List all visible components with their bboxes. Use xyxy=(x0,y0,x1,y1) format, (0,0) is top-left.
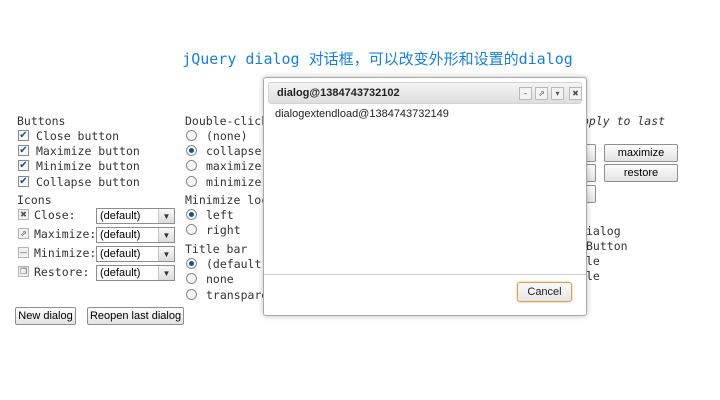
close-icon: ✖ xyxy=(18,209,29,220)
dialog-title: dialog@1384743732102 xyxy=(277,87,400,99)
radio-label: maximize xyxy=(206,158,262,173)
minimize-location-left[interactable]: left xyxy=(186,207,234,222)
radio-label: (default) xyxy=(206,256,269,271)
close-button-checkbox[interactable]: ✔ Close button xyxy=(18,128,119,143)
radio-button-selected[interactable] xyxy=(186,258,197,269)
maximize-icon: ⇗ xyxy=(18,228,29,239)
radio-button[interactable] xyxy=(186,160,197,171)
radio-label: right xyxy=(206,222,241,237)
select-value: (default) xyxy=(100,210,141,222)
checkbox-label: Collapse button xyxy=(36,174,140,189)
radio-label: none xyxy=(206,271,234,286)
titlebar-option-transparent[interactable]: transpare xyxy=(186,287,268,302)
minimize-button-checkbox[interactable]: ✔ Minimize button xyxy=(18,158,140,173)
radio-label: minimize xyxy=(206,174,262,189)
icon-label: Restore: xyxy=(34,264,90,279)
radio-button[interactable] xyxy=(186,289,197,300)
partial-text-1: ialog xyxy=(586,224,621,238)
radio-label: transpare xyxy=(206,287,269,302)
icon-row-restore: ❐ Restore: xyxy=(18,264,89,279)
checkbox-checked[interactable]: ✔ xyxy=(18,160,29,171)
maximize-button-checkbox[interactable]: ✔ Maximize button xyxy=(18,143,140,158)
radio-button[interactable] xyxy=(186,176,197,187)
restore-icon: ❐ xyxy=(18,266,29,277)
checkbox-checked[interactable]: ✔ xyxy=(18,145,29,156)
collapse-button-checkbox[interactable]: ✔ Collapse button xyxy=(18,174,140,189)
titlebar-option-default[interactable]: (default) xyxy=(186,256,268,271)
icon-label: Maximize: xyxy=(34,226,97,241)
minimize-icon[interactable]: – xyxy=(519,87,532,100)
titlebar-option-none[interactable]: none xyxy=(186,271,234,286)
dialog-content: dialogextendload@1384743732149 xyxy=(275,108,449,120)
collapse-icon[interactable]: ▾ xyxy=(551,87,564,100)
partial-text-3: le xyxy=(586,254,600,268)
select-value: (default) xyxy=(100,229,141,241)
radio-label: collapse xyxy=(206,143,262,158)
icon-row-minimize: — Minimize: xyxy=(18,245,96,260)
radio-button[interactable] xyxy=(186,130,197,141)
chevron-down-icon: ▼ xyxy=(158,228,174,242)
maximize-icon[interactable]: ⇗ xyxy=(535,87,548,100)
dblclick-option-minimize[interactable]: minimize xyxy=(186,174,261,189)
radio-button[interactable] xyxy=(186,224,197,235)
dialog-window: dialog@1384743732102 – ⇗ ▾ ✖ dialogexten… xyxy=(263,77,587,316)
partial-text-2: Button xyxy=(586,239,628,253)
title-bar-heading: Title bar xyxy=(185,242,248,256)
chevron-down-icon: ▼ xyxy=(158,266,174,280)
icon-label: Minimize: xyxy=(34,245,97,260)
select-value: (default) xyxy=(100,248,141,260)
dblclick-option-none[interactable]: (none) xyxy=(186,128,248,143)
radio-label: left xyxy=(206,207,234,222)
minimize-icon: — xyxy=(18,247,29,258)
chevron-down-icon: ▼ xyxy=(158,247,174,261)
checkbox-label: Minimize button xyxy=(36,158,140,173)
maximize-icon-select[interactable]: (default) ▼ xyxy=(96,227,175,243)
double-click-heading: Double-click xyxy=(185,114,269,128)
icon-label: Close: xyxy=(34,207,76,222)
restore-button[interactable]: restore xyxy=(604,164,678,182)
apply-to-last-label: pply to last xyxy=(582,114,666,128)
icon-row-maximize: ⇗ Maximize: xyxy=(18,226,96,241)
restore-icon-select[interactable]: (default) ▼ xyxy=(96,265,175,281)
dblclick-option-maximize[interactable]: maximize xyxy=(186,158,261,173)
buttons-heading: Buttons xyxy=(17,114,66,128)
checkbox-label: Maximize button xyxy=(36,143,140,158)
dblclick-option-collapse[interactable]: collapse xyxy=(186,143,261,158)
maximize-button[interactable]: maximize xyxy=(604,144,678,162)
icon-row-close: ✖ Close: xyxy=(18,207,76,222)
close-icon[interactable]: ✖ xyxy=(569,87,582,100)
new-dialog-button[interactable]: New dialog xyxy=(15,307,76,325)
dialog-button-pane: Cancel xyxy=(264,274,586,315)
checkbox-label: Close button xyxy=(36,128,120,143)
dialog-titlebar[interactable]: dialog@1384743732102 – ⇗ ▾ ✖ xyxy=(268,82,582,104)
partial-text-4: le xyxy=(586,269,600,283)
icons-heading: Icons xyxy=(17,193,52,207)
minimize-icon-select[interactable]: (default) ▼ xyxy=(96,246,175,262)
checkbox-checked[interactable]: ✔ xyxy=(18,130,29,141)
reopen-last-dialog-button[interactable]: Reopen last dialog xyxy=(87,307,184,325)
close-icon-select[interactable]: (default) ▼ xyxy=(96,208,175,224)
radio-button-selected[interactable] xyxy=(186,209,197,220)
page-title: jQuery dialog 对话框，可以改变外形和设置的dialog xyxy=(182,50,573,68)
radio-label: (none) xyxy=(206,128,248,143)
radio-button[interactable] xyxy=(186,273,197,284)
cancel-button[interactable]: Cancel xyxy=(517,282,572,302)
chevron-down-icon: ▼ xyxy=(158,209,174,223)
select-value: (default) xyxy=(100,267,141,279)
checkbox-checked[interactable]: ✔ xyxy=(18,176,29,187)
radio-button-selected[interactable] xyxy=(186,145,197,156)
minimize-location-right[interactable]: right xyxy=(186,222,241,237)
minimize-location-heading: Minimize loc xyxy=(185,193,269,207)
